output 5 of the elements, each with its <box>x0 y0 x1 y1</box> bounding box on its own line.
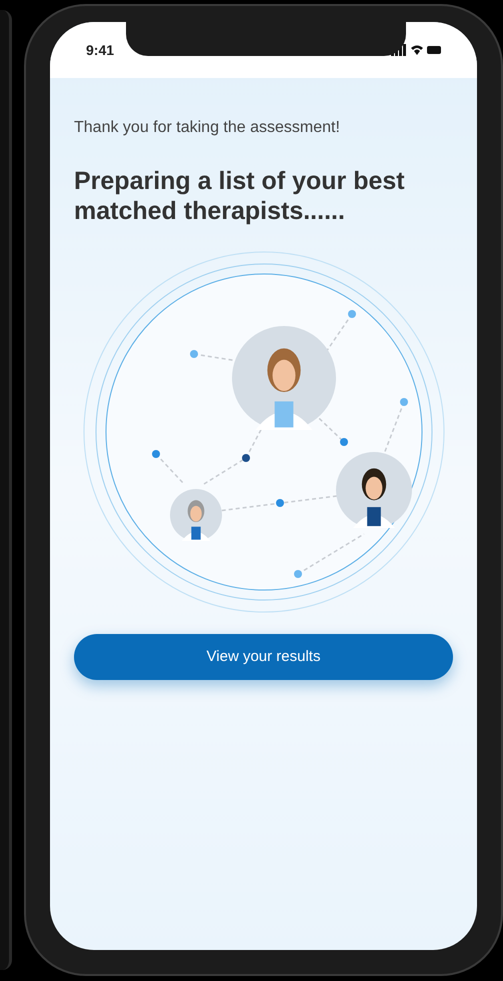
status-time: 9:41 <box>86 40 114 60</box>
heading: Preparing a list of your best matched therapists...... <box>74 166 406 226</box>
view-results-button[interactable]: View your results <box>74 634 453 680</box>
status-icons <box>391 44 441 56</box>
intro-text: Thank you for taking the assessment! <box>74 118 341 138</box>
